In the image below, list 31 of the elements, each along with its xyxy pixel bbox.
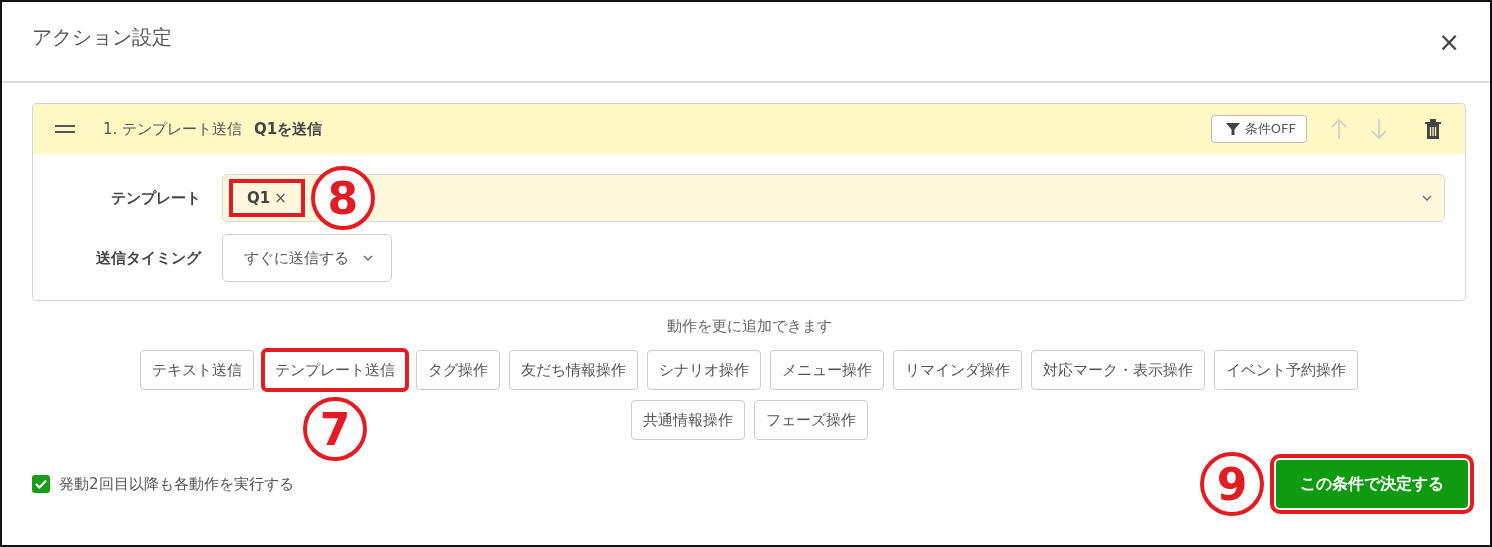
add-hint: 動作を更に追加できます	[665, 317, 833, 336]
add-action-button[interactable]: シナリオ操作	[647, 350, 761, 390]
step-number: 8	[310, 166, 375, 230]
checkbox[interactable]	[32, 475, 50, 493]
drag-handle-icon[interactable]	[55, 125, 75, 133]
filter-icon	[1225, 122, 1240, 136]
remove-icon[interactable]: ×	[274, 189, 287, 207]
field-label: テンプレート	[110, 188, 202, 208]
add-action-button[interactable]: 友だち情報操作	[509, 350, 638, 390]
add-action-button[interactable]: フェーズ操作	[753, 400, 868, 440]
add-action-button[interactable]: タグ操作	[416, 350, 500, 390]
chevron-down-icon	[363, 255, 373, 261]
timing-select[interactable]: すぐに送信する	[222, 234, 392, 282]
close-button[interactable]: ×	[1438, 26, 1460, 57]
add-action-button[interactable]: イベント予約操作	[1214, 350, 1358, 390]
add-action-button[interactable]: 対応マーク・表示操作	[1031, 350, 1205, 390]
step-number: 9	[1200, 452, 1264, 516]
add-action-button[interactable]: 共通情報操作	[630, 400, 745, 440]
add-action-button[interactable]: テキスト送信	[140, 350, 254, 390]
add-action-button[interactable]: リマインダ操作	[893, 350, 1022, 390]
dialog-title: アクション設定	[32, 24, 172, 51]
trash-icon[interactable]	[1425, 119, 1441, 139]
add-action-button[interactable]: メニュー操作	[770, 350, 884, 390]
step-number: 7	[303, 397, 367, 461]
chevron-down-icon	[1422, 195, 1432, 201]
condition-button[interactable]: 条件OFF	[1210, 115, 1307, 143]
action-type: 1. テンプレート送信	[103, 119, 243, 139]
action-summary: Q1を送信	[254, 119, 323, 139]
tag-label: Q1	[247, 189, 271, 207]
field-label: 送信タイミング	[95, 248, 203, 268]
checkbox-label: 発動2回目以降も各動作を実行する	[59, 474, 294, 494]
